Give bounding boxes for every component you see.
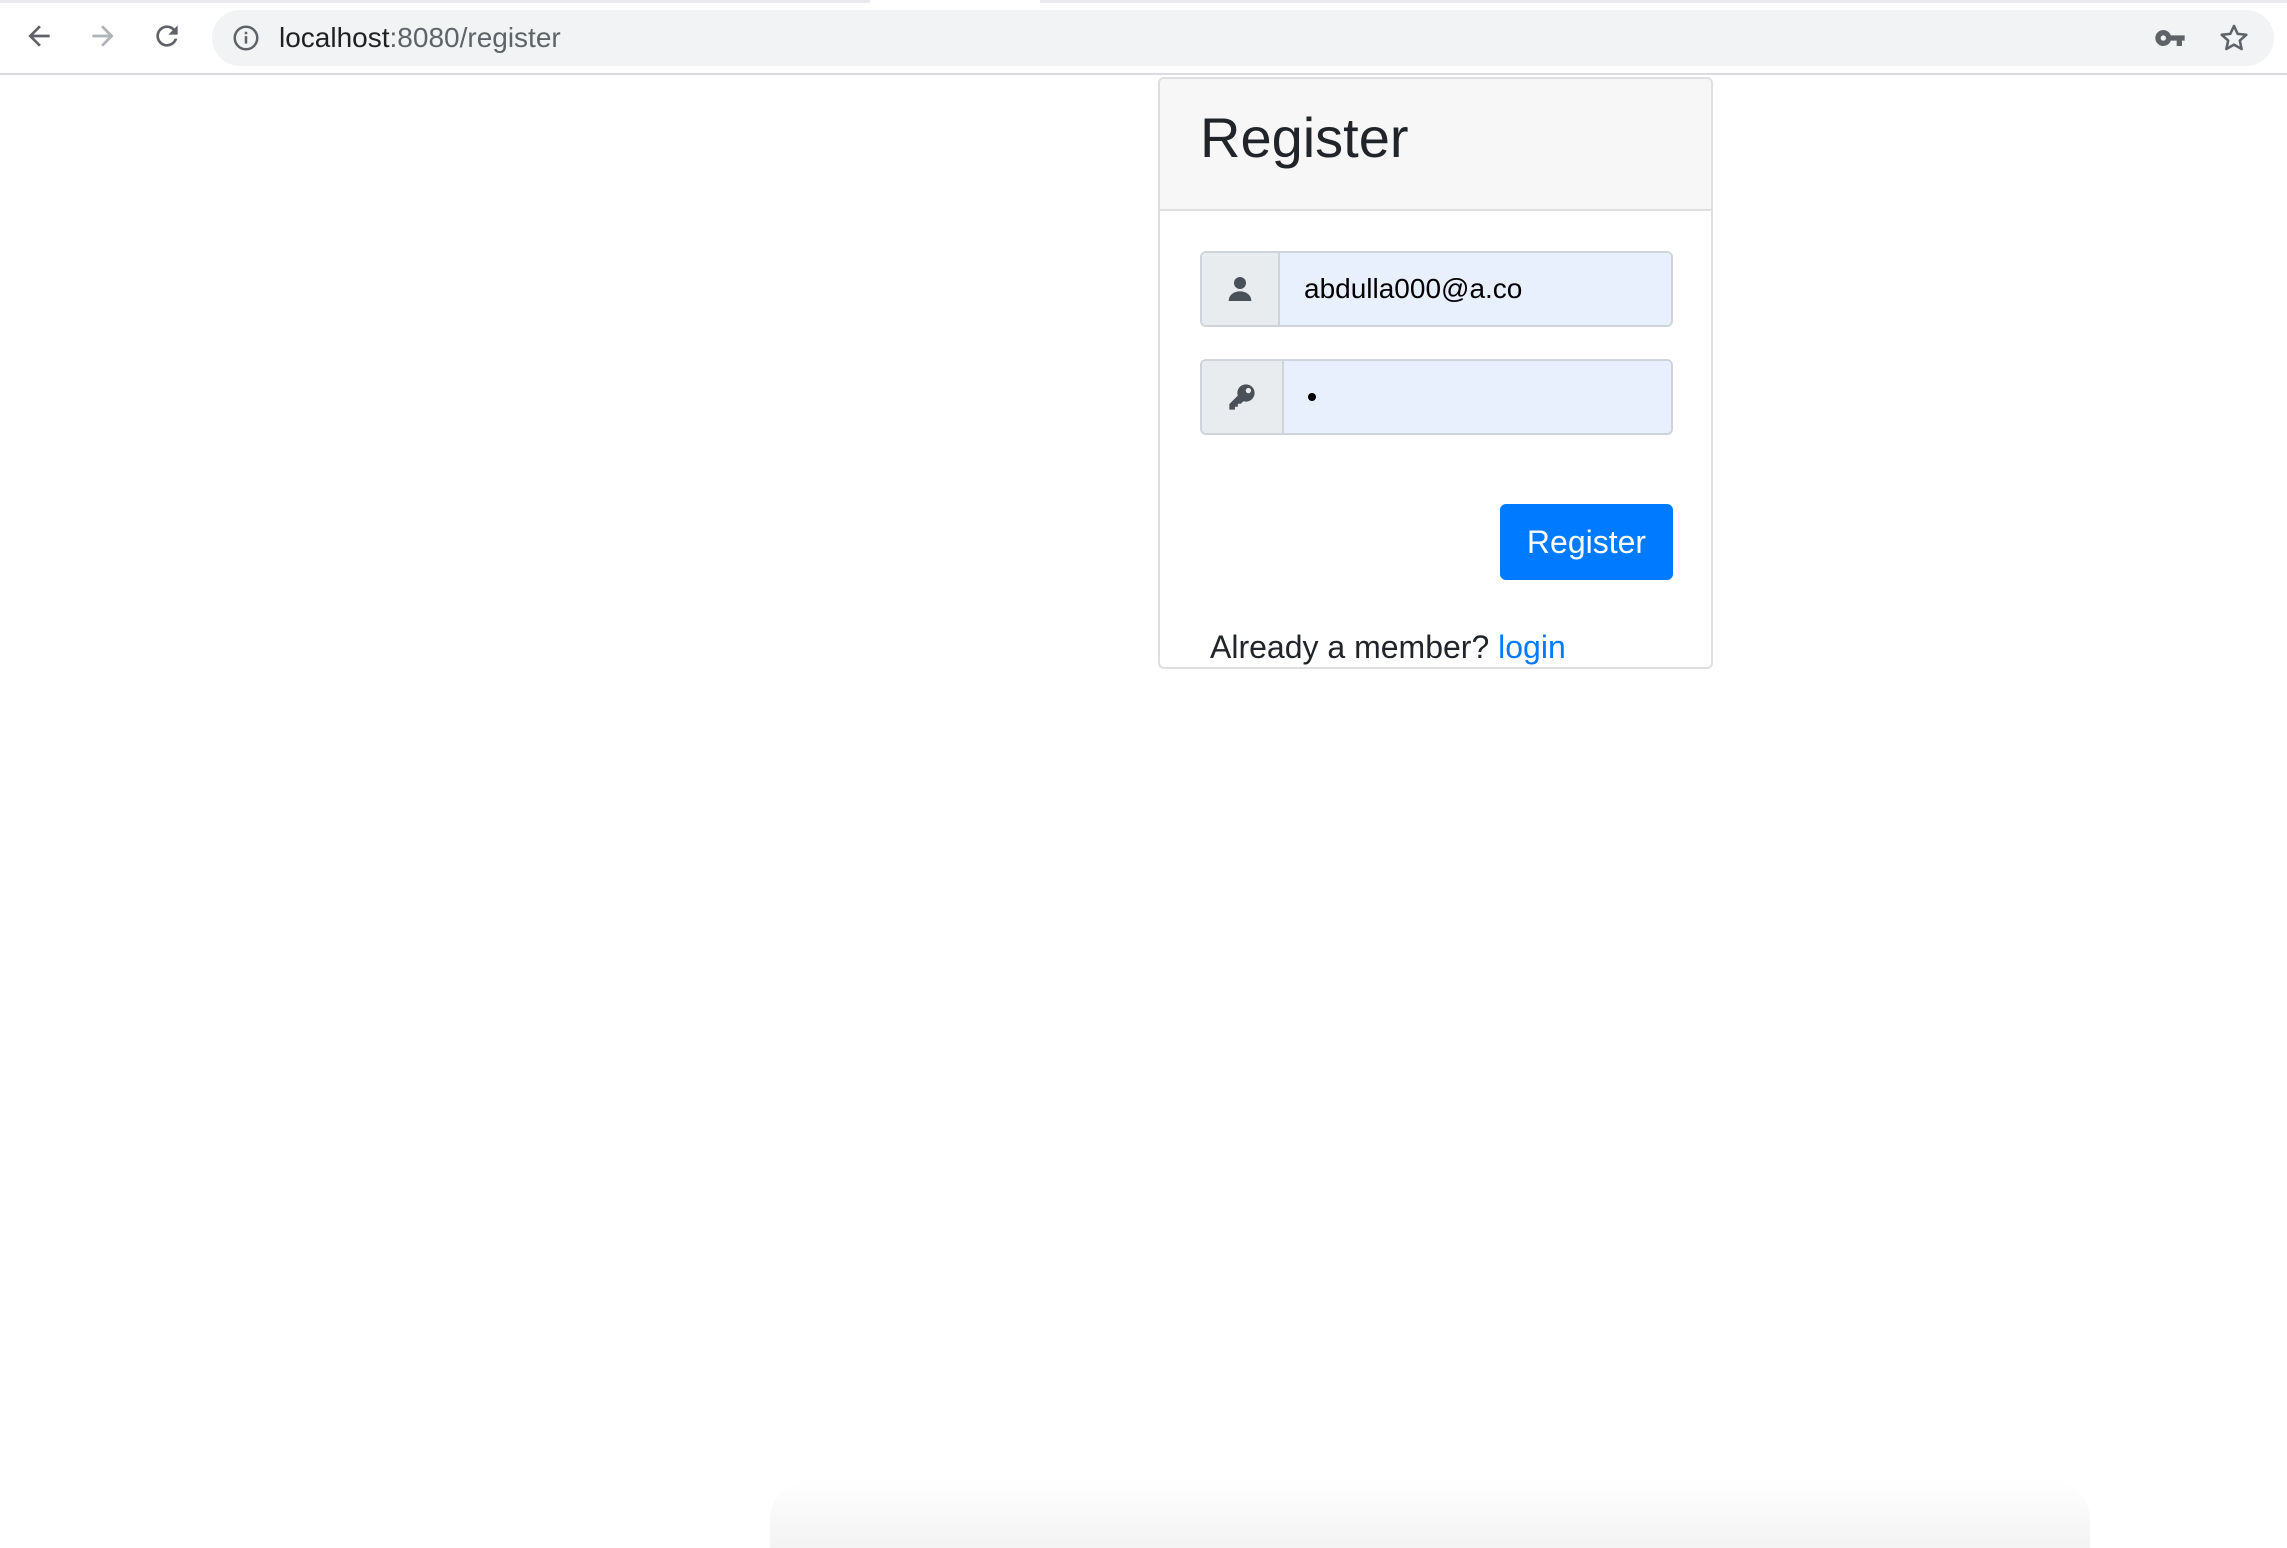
url-host: localhost <box>279 22 390 53</box>
forward-arrow-icon <box>92 25 114 47</box>
url-text[interactable]: localhost:8080/register <box>279 22 561 54</box>
password-mask-dot <box>1308 393 1316 401</box>
password-addon <box>1202 361 1284 433</box>
reload-icon <box>156 25 178 47</box>
login-link[interactable]: login <box>1498 629 1566 665</box>
reload-button[interactable] <box>145 14 189 58</box>
forward-button[interactable] <box>81 14 125 58</box>
bottom-shadow <box>770 1480 2090 1548</box>
address-bar[interactable]: localhost:8080/register <box>212 10 2274 66</box>
star-icon <box>2220 24 2248 51</box>
register-card: Register abdulla000@a.co • Register Alre… <box>1158 77 1713 669</box>
browser-toolbar: localhost:8080/register <box>0 0 2287 75</box>
card-header: Register <box>1160 79 1711 211</box>
site-info-button[interactable] <box>230 22 262 54</box>
tab-strip-edge <box>0 0 870 3</box>
user-icon <box>1228 277 1252 301</box>
bookmark-button[interactable] <box>2216 20 2252 56</box>
email-field[interactable]: abdulla000@a.co <box>1280 253 1671 325</box>
register-button[interactable]: Register <box>1500 504 1673 580</box>
key-icon <box>1229 384 1255 410</box>
key-icon <box>2155 30 2185 46</box>
email-addon <box>1202 253 1280 325</box>
info-icon <box>233 25 259 51</box>
password-manager-button[interactable] <box>2152 22 2188 54</box>
page-title: Register <box>1200 106 1409 169</box>
member-prompt-text: Already a member? <box>1210 629 1499 665</box>
back-arrow-icon <box>28 25 50 47</box>
tab-strip-edge <box>1040 0 2287 3</box>
email-input-group: abdulla000@a.co <box>1200 251 1673 327</box>
back-button[interactable] <box>17 14 61 58</box>
login-prompt: Already a member? login <box>1210 627 1566 667</box>
password-field[interactable]: • <box>1284 361 1671 433</box>
url-path: :8080/register <box>389 22 561 53</box>
password-input-group: • <box>1200 359 1673 435</box>
